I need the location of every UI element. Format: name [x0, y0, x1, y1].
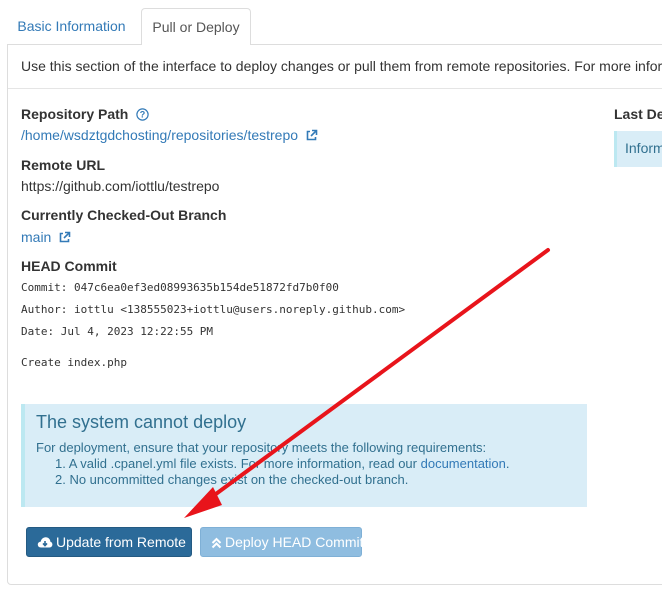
alert-item-1-prefix: 1. A valid .cpanel.yml file exists. For …	[55, 456, 421, 471]
commit-message: Create index.php	[21, 356, 127, 369]
alert-item-1: 1. A valid .cpanel.yml file exists. For …	[55, 456, 510, 471]
remote-url-value: https://github.com/iottlu/testrepo	[21, 178, 220, 194]
tab-basic-information[interactable]: Basic Information	[8, 8, 135, 44]
commit-author: Author: iottlu <138555023+iottlu@users.n…	[21, 303, 406, 316]
head-commit-label: HEAD Commit	[21, 258, 117, 274]
help-icon[interactable]: ?	[136, 108, 149, 124]
alert-text: For deployment, ensure that your reposit…	[36, 440, 487, 455]
divider	[8, 88, 662, 89]
branch-link[interactable]: main	[21, 229, 51, 245]
double-chevron-up-icon	[211, 537, 222, 549]
alert-title: The system cannot deploy	[36, 412, 247, 432]
deploy-button-label: Deploy HEAD Commit	[225, 534, 364, 550]
documentation-link[interactable]: documentation	[421, 456, 506, 471]
last-deployment-info-box: Inform	[614, 131, 662, 167]
commit-date: Date: Jul 4, 2023 12:22:55 PM	[21, 325, 214, 338]
last-deployment-info-text: Inform	[625, 140, 662, 156]
commit-hash: Commit: 047c6ea0ef3ed08993635b154de51872…	[21, 281, 339, 294]
repository-path-value: /home/wsdztgdchosting/repositories/testr…	[21, 127, 318, 145]
repository-path-label-text: Repository Path	[21, 106, 129, 122]
last-deployment-label: Last Dep	[614, 106, 662, 122]
svg-text:?: ?	[140, 110, 146, 120]
branch-label: Currently Checked-Out Branch	[21, 207, 227, 223]
branch-value: main	[21, 229, 71, 247]
alert-item-2: 2. No uncommitted changes exist on the c…	[55, 472, 409, 487]
repository-path-link[interactable]: /home/wsdztgdchosting/repositories/testr…	[21, 127, 298, 143]
external-link-icon[interactable]	[58, 231, 71, 247]
update-from-remote-button[interactable]: Update from Remote	[26, 527, 192, 557]
alert-item-1-suffix: .	[505, 456, 510, 471]
intro-text: Use this section of the interface to dep…	[21, 58, 662, 74]
remote-url-label: Remote URL	[21, 157, 106, 173]
deploy-alert: The system cannot deploy For deployment,…	[21, 404, 587, 507]
deploy-head-commit-button[interactable]: Deploy HEAD Commit	[200, 527, 364, 557]
external-link-icon[interactable]	[305, 129, 318, 145]
update-button-label: Update from Remote	[56, 534, 186, 550]
repository-path-label: Repository Path ?	[21, 106, 149, 124]
tab-bar: Basic Information Pull or Deploy	[0, 0, 662, 45]
tab-pull-or-deploy[interactable]: Pull or Deploy	[141, 8, 251, 45]
cloud-download-icon	[37, 537, 53, 548]
